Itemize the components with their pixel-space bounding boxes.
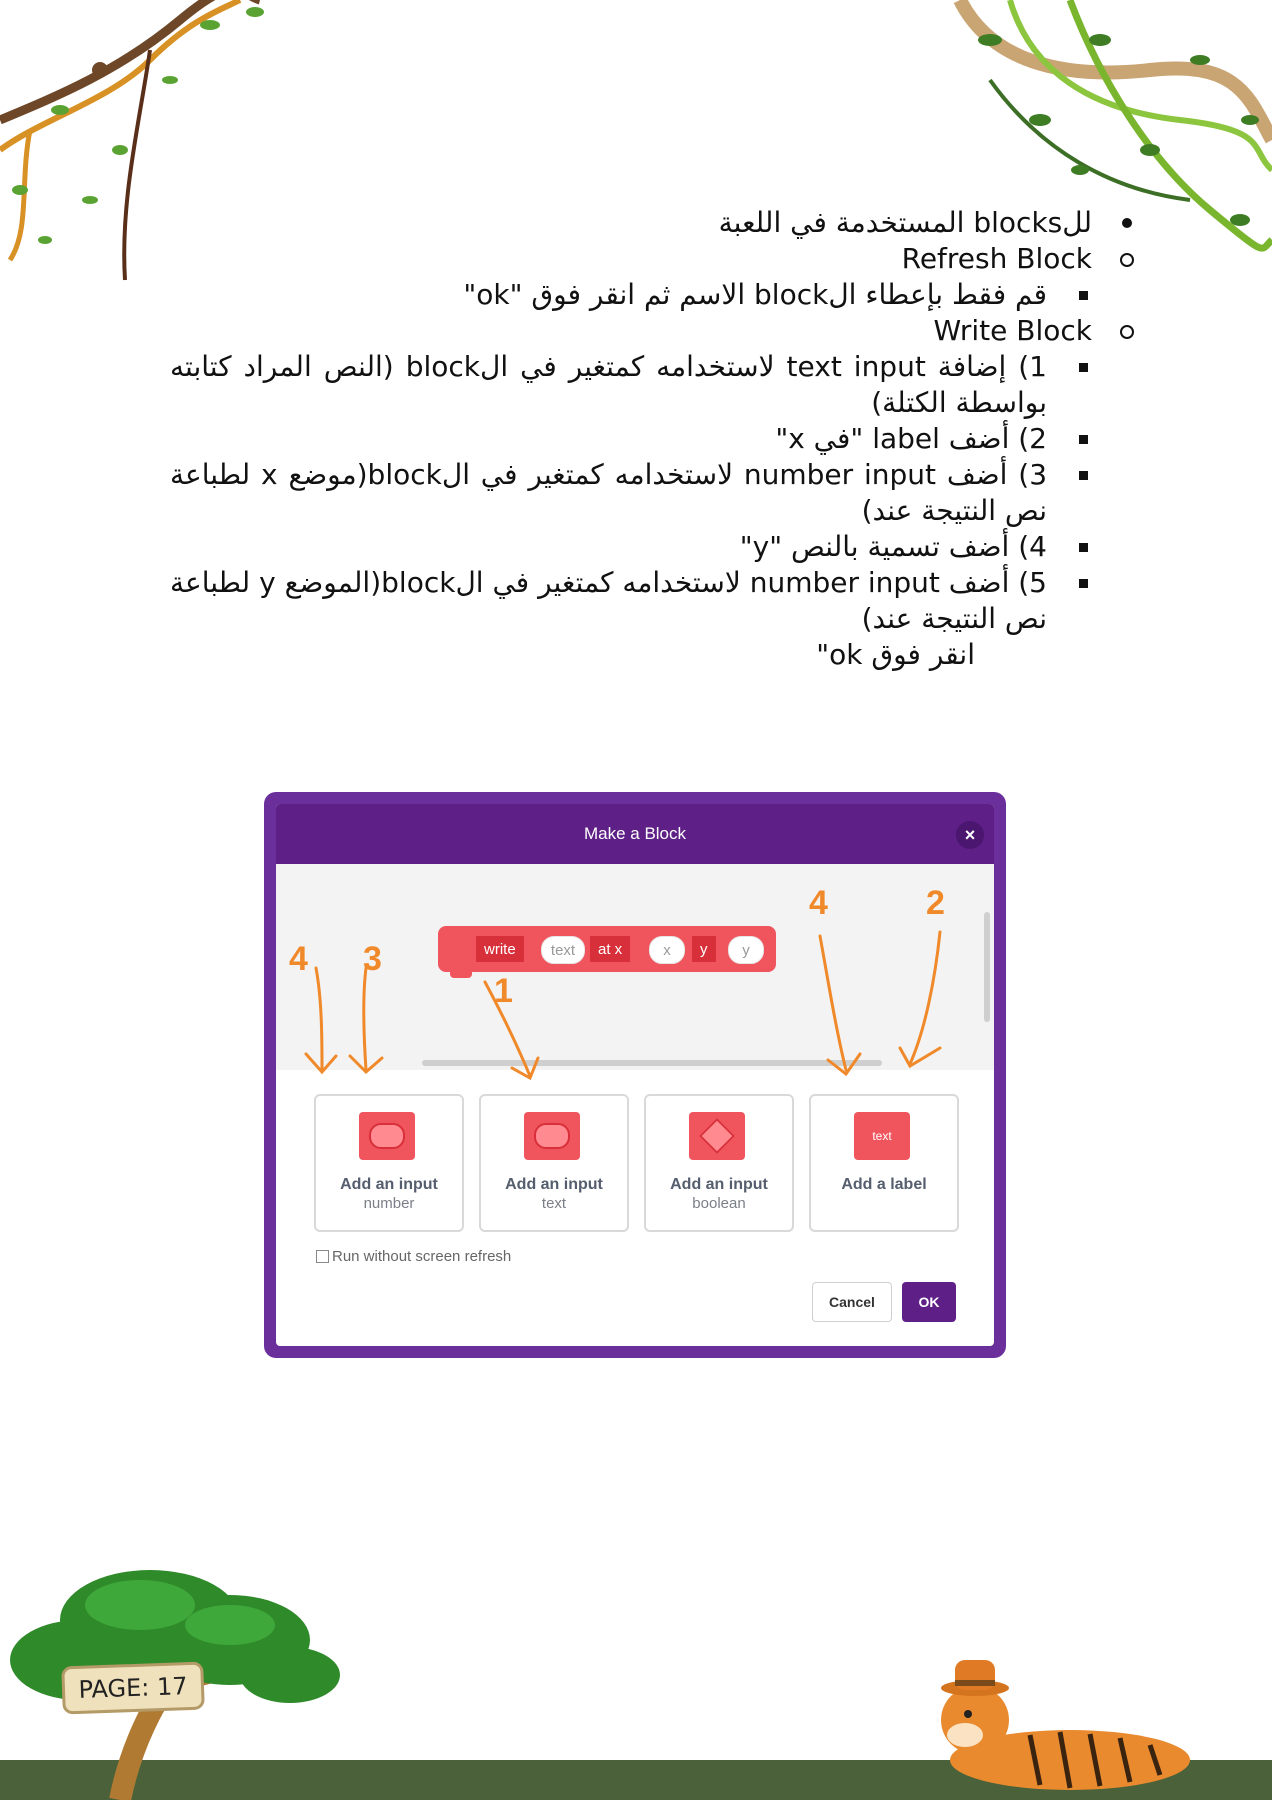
- annotation-label-4-left: 4: [289, 940, 308, 978]
- page-number: PAGE: 17: [78, 1672, 188, 1704]
- page-number-badge: PAGE: 17: [61, 1661, 205, 1715]
- arrow-3: [362, 966, 368, 1072]
- tiger-decoration: [941, 1660, 1190, 1790]
- annotation-label-4-right: 4: [809, 884, 828, 922]
- arrow-4-left: [314, 966, 324, 1072]
- arrow-2: [908, 930, 942, 1066]
- annotation-arrows: [304, 930, 942, 1081]
- arrow-4-right: [818, 934, 848, 1072]
- annotation-label-3: 3: [363, 940, 382, 978]
- annotation-label-2: 2: [926, 884, 945, 922]
- annotation-label-1: 1: [494, 972, 513, 1010]
